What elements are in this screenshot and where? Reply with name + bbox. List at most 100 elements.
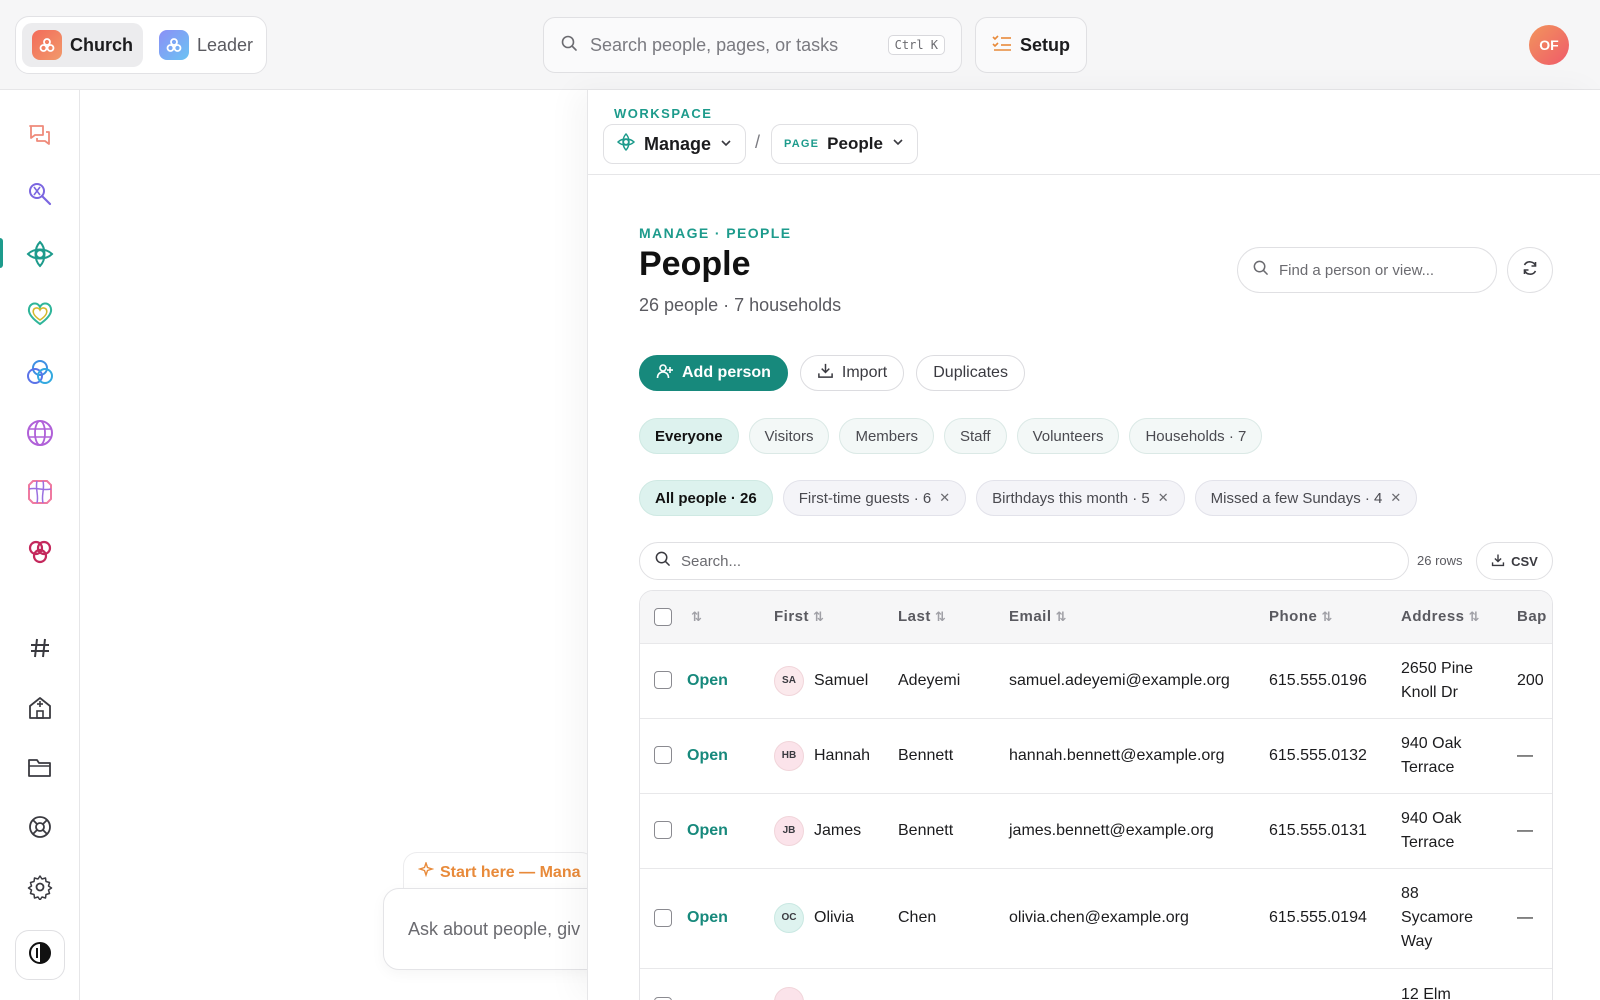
- column-first[interactable]: First ⇅: [774, 591, 898, 643]
- groups-icon[interactable]: [20, 353, 60, 393]
- refresh-button[interactable]: [1507, 247, 1553, 293]
- open-link[interactable]: Open: [687, 822, 728, 839]
- assistant-input[interactable]: Ask about people, giv: [383, 888, 587, 970]
- table-search-input[interactable]: [681, 552, 1394, 570]
- folder-icon[interactable]: [20, 747, 60, 787]
- table-row[interactable]: Open JB James Bennett james.bennett@examp…: [640, 792, 1552, 868]
- open-link[interactable]: Open: [687, 672, 728, 689]
- saved-views: All people · 26 First-time guests · 6 ✕ …: [639, 480, 1418, 516]
- last-name: Bennett: [898, 792, 1009, 868]
- leader-logo-icon: [159, 30, 189, 60]
- row-checkbox[interactable]: [654, 671, 672, 690]
- download-icon: [817, 362, 834, 384]
- row-checkbox[interactable]: [654, 908, 672, 927]
- add-person-label: Add person: [682, 364, 771, 381]
- chat-icon[interactable]: [20, 115, 60, 155]
- filter-staff[interactable]: Staff: [943, 418, 1007, 454]
- table-row[interactable]: Open HB Hannah Bennett hannah.bennett@exa…: [640, 717, 1552, 793]
- sort-icon[interactable]: ⇅: [691, 609, 702, 624]
- chevron-down-icon: [891, 134, 905, 154]
- view-label: Birthdays this month · 5: [992, 489, 1150, 507]
- last-name: Adeyemi: [898, 642, 1009, 718]
- column-email[interactable]: Email ⇅: [1009, 591, 1269, 643]
- workspace-label: WORKSPACE: [614, 106, 713, 121]
- mode-church-button[interactable]: Church: [22, 23, 143, 67]
- row-checkbox[interactable]: [654, 821, 672, 840]
- rail-active-indicator: [0, 238, 3, 268]
- setup-button[interactable]: Setup: [975, 17, 1087, 73]
- mode-leader-button[interactable]: Leader: [149, 23, 263, 67]
- avatar: SA: [774, 665, 804, 696]
- column-last[interactable]: Last ⇅: [898, 591, 1009, 643]
- mode-church-label: Church: [70, 34, 133, 55]
- select-all-checkbox[interactable]: [654, 607, 672, 626]
- settings-icon[interactable]: [20, 867, 60, 907]
- manage-icon[interactable]: [20, 234, 60, 274]
- add-user-icon: [656, 362, 674, 385]
- row-count: 26 rows: [1417, 553, 1463, 568]
- globe-icon[interactable]: [20, 413, 60, 453]
- table-search[interactable]: [639, 542, 1409, 580]
- column-address[interactable]: Address ⇅: [1401, 591, 1517, 643]
- first-name: Olivia: [814, 909, 855, 926]
- find-person-field[interactable]: [1237, 247, 1497, 293]
- user-avatar[interactable]: OF: [1529, 25, 1569, 65]
- column-label: Bap: [1517, 608, 1547, 626]
- global-search-input[interactable]: [590, 34, 876, 56]
- view-label: Missed a few Sundays · 4: [1210, 489, 1383, 507]
- view-all-people[interactable]: All people · 26: [639, 480, 773, 516]
- import-button[interactable]: Import: [799, 355, 905, 391]
- duplicates-button[interactable]: Duplicates: [916, 355, 1025, 391]
- assistant-start-chip[interactable]: Start here — Mana: [403, 852, 587, 892]
- table-row[interactable]: Open OC Olivia Chen olivia.chen@example.o…: [640, 867, 1552, 968]
- left-rail: [0, 90, 80, 1000]
- mode-leader-label: Leader: [197, 34, 254, 55]
- giving-icon[interactable]: [20, 532, 60, 572]
- search-people-icon[interactable]: [20, 174, 60, 214]
- column-label: First: [774, 608, 810, 626]
- row-checkbox[interactable]: [654, 746, 672, 765]
- page-tag: PAGE: [784, 138, 820, 150]
- filter-members[interactable]: Members: [839, 418, 934, 454]
- filter-everyone[interactable]: Everyone: [639, 418, 739, 454]
- media-icon[interactable]: [20, 472, 60, 512]
- address: 940 Oak Terrace: [1401, 792, 1517, 868]
- page-select[interactable]: PAGE People: [771, 124, 918, 164]
- theme-toggle[interactable]: [15, 930, 65, 980]
- mode-switch: Church Leader: [15, 16, 267, 74]
- last-name: Chen: [898, 867, 1009, 968]
- find-person-input[interactable]: [1279, 261, 1482, 279]
- baptism: —: [1517, 792, 1552, 868]
- filter-households[interactable]: Households · 7: [1129, 418, 1263, 454]
- close-icon[interactable]: ✕: [939, 490, 950, 506]
- open-link[interactable]: Open: [687, 909, 728, 926]
- add-person-button[interactable]: Add person: [639, 355, 788, 391]
- avatar: HB: [774, 740, 804, 771]
- filter-visitors[interactable]: Visitors: [748, 418, 830, 454]
- column-baptism[interactable]: Bap: [1517, 591, 1552, 643]
- csv-export-button[interactable]: CSV: [1476, 542, 1553, 580]
- care-icon[interactable]: [20, 293, 60, 333]
- view-birthdays-this-month[interactable]: Birthdays this month · 5 ✕: [976, 480, 1185, 516]
- building-icon[interactable]: [20, 687, 60, 727]
- close-icon[interactable]: ✕: [1390, 490, 1401, 506]
- csv-label: CSV: [1511, 553, 1538, 569]
- column-phone[interactable]: Phone ⇅: [1269, 591, 1401, 643]
- first-name: Hannah: [814, 746, 871, 764]
- workspace-select[interactable]: Manage: [603, 124, 747, 164]
- table-row[interactable]: Open SA Samuel Adeyemi samuel.adeyemi@exa…: [640, 642, 1552, 718]
- help-icon[interactable]: [20, 807, 60, 847]
- hashtag-icon[interactable]: [20, 628, 60, 668]
- people-table: ⇅ First ⇅ Last ⇅ Email ⇅ Phone ⇅ Address ⇅ Ba…: [639, 590, 1553, 1000]
- assistant-chip-label: Start here — Mana: [440, 863, 581, 881]
- filter-volunteers[interactable]: Volunteers: [1016, 418, 1120, 454]
- search-icon: [1252, 259, 1269, 281]
- table-row[interactable]: 12 Elm: [640, 967, 1552, 1000]
- global-search[interactable]: Ctrl K: [543, 17, 962, 73]
- view-first-time-guests[interactable]: First-time guests · 6 ✕: [782, 480, 967, 516]
- column-label: Email: [1009, 608, 1052, 626]
- close-icon[interactable]: ✕: [1158, 490, 1169, 506]
- action-buttons: Add person Import Duplicates: [639, 355, 1025, 391]
- open-link[interactable]: Open: [687, 747, 728, 764]
- view-missed-a-few-sundays[interactable]: Missed a few Sundays · 4 ✕: [1194, 480, 1418, 516]
